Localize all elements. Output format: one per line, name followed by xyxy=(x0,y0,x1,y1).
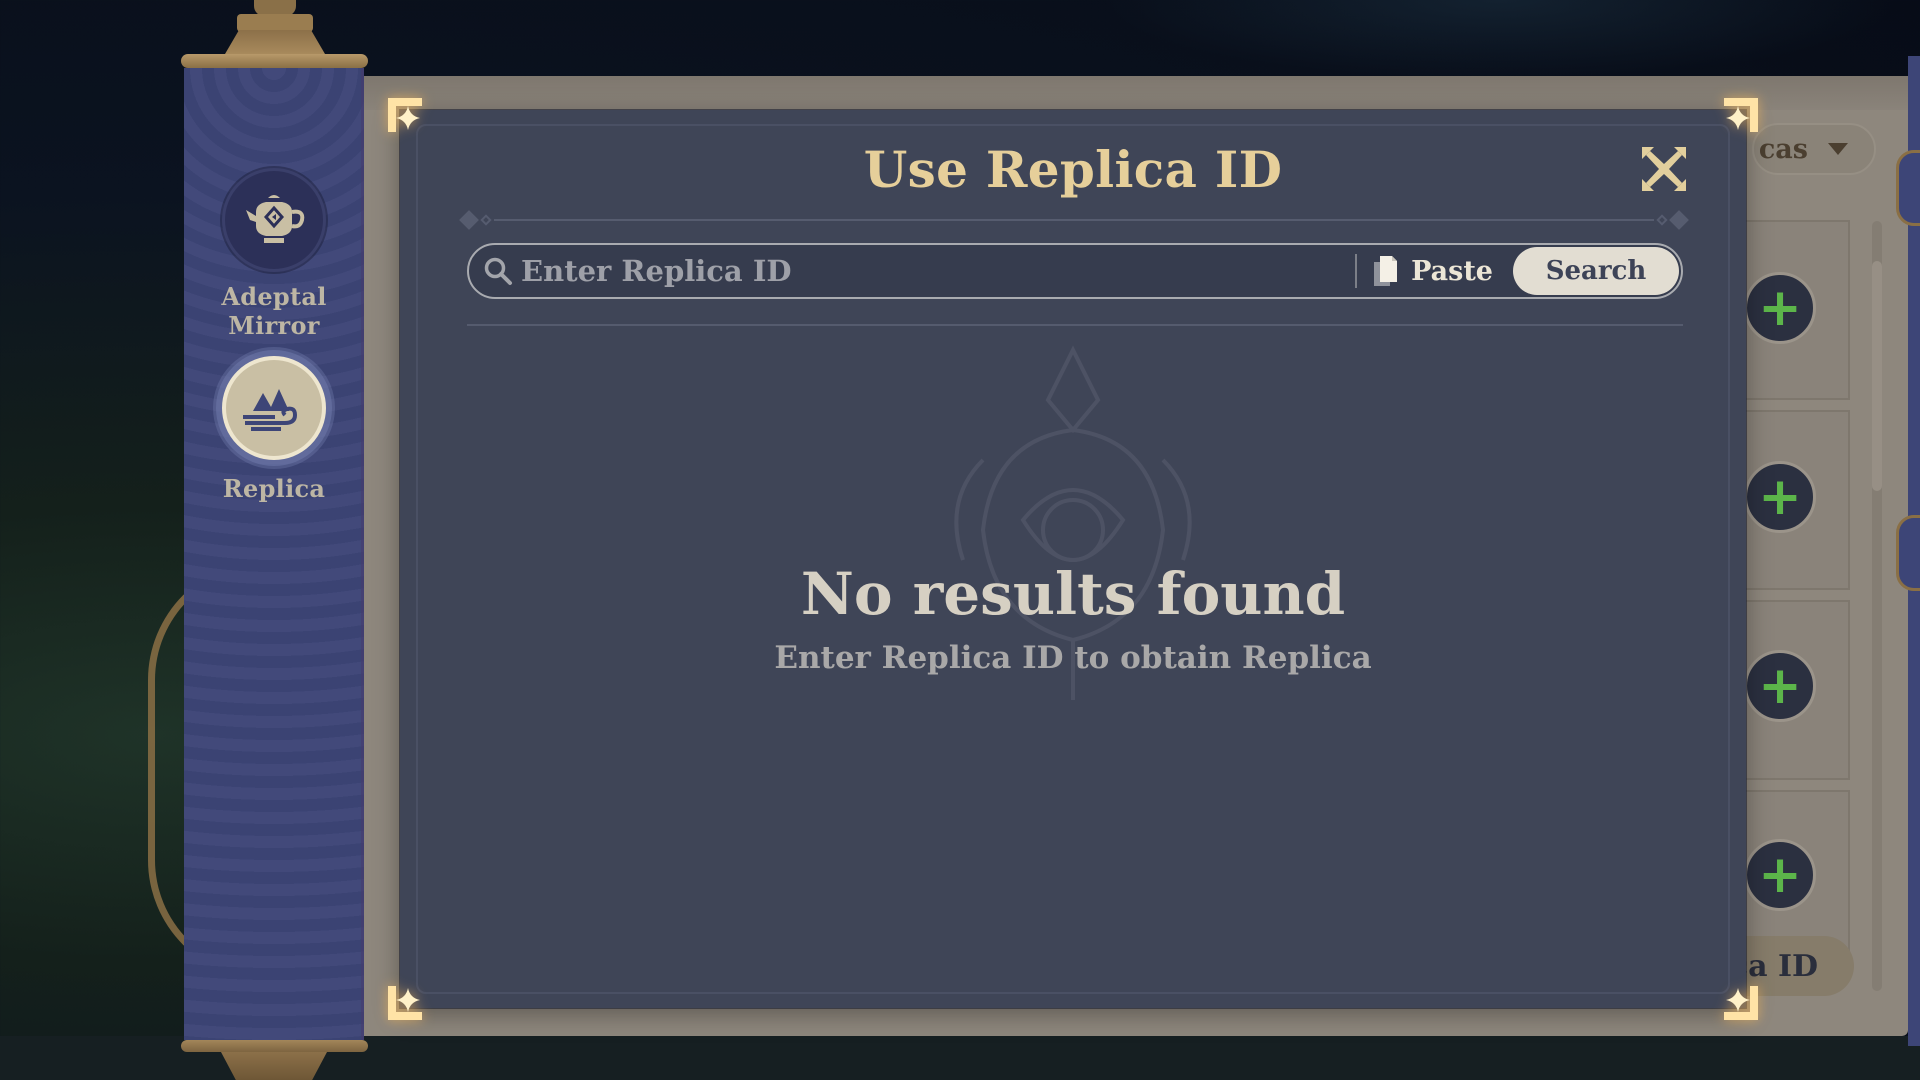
paste-button[interactable]: Paste xyxy=(1373,254,1493,288)
replica-id-search-bar: Paste Search xyxy=(467,243,1683,299)
add-slot-button[interactable]: + xyxy=(1744,839,1816,911)
replica-list-scrollbar[interactable] xyxy=(1872,221,1882,991)
sidebar-item-adeptal-mirror[interactable]: Adeptal Mirror xyxy=(184,168,364,340)
add-slot-button[interactable]: + xyxy=(1744,650,1816,722)
use-replica-id-dialog: Use Replica ID Paste Search xyxy=(388,98,1758,1020)
dropdown-label: cas xyxy=(1758,133,1808,165)
plus-icon: + xyxy=(1758,845,1802,905)
content-divider xyxy=(467,324,1683,326)
scroll-cap-bottom xyxy=(181,1040,368,1080)
clipboard-icon xyxy=(1374,256,1398,286)
add-slot-button[interactable]: + xyxy=(1744,461,1816,533)
sidebar: Adeptal Mirror Replica xyxy=(184,68,364,1040)
teapot-icon xyxy=(222,168,326,272)
dialog-title: Use Replica ID xyxy=(863,140,1283,199)
corner-ornament-icon xyxy=(388,98,426,136)
search-icon xyxy=(483,256,513,286)
right-ornament xyxy=(1896,150,1920,226)
corner-ornament-icon xyxy=(1720,98,1758,136)
add-slot-button[interactable]: + xyxy=(1744,272,1816,344)
search-button[interactable]: Search xyxy=(1513,247,1679,295)
replica-filter-dropdown[interactable]: cas xyxy=(1752,123,1876,175)
chevron-down-icon xyxy=(1828,143,1848,155)
search-bar-separator xyxy=(1355,254,1358,288)
plus-icon: + xyxy=(1758,278,1802,338)
sidebar-item-label: Replica xyxy=(222,474,326,503)
mountain-cloud-icon xyxy=(222,356,326,460)
sidebar-item-replica[interactable]: Replica xyxy=(184,356,364,503)
close-button[interactable] xyxy=(1640,145,1688,193)
corner-ornament-icon xyxy=(388,982,426,1020)
close-icon xyxy=(1642,147,1686,191)
paste-label: Paste xyxy=(1411,255,1493,287)
panel-top-strip xyxy=(364,76,1908,110)
sidebar-item-label: Adeptal Mirror xyxy=(221,282,327,340)
plus-icon: + xyxy=(1758,467,1802,527)
replica-id-input[interactable] xyxy=(521,245,1356,297)
background-glow xyxy=(1100,0,1900,80)
corner-ornament-icon xyxy=(1720,982,1758,1020)
empty-state-title: No results found xyxy=(800,560,1346,628)
scrollbar-thumb[interactable] xyxy=(1872,261,1882,491)
plus-icon: + xyxy=(1758,656,1802,716)
scroll-cap-top xyxy=(181,0,368,68)
right-ornament xyxy=(1896,515,1920,591)
empty-state-subtitle: Enter Replica ID to obtain Replica xyxy=(774,640,1372,676)
title-divider xyxy=(454,210,1694,230)
